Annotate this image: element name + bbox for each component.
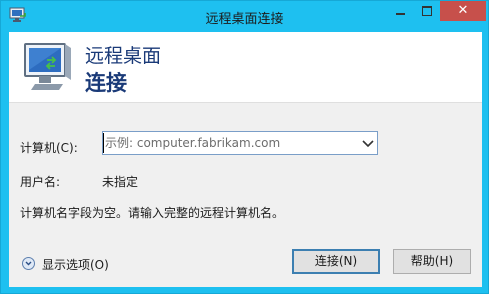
close-icon: ✕ [457,3,469,18]
maximize-button[interactable] [414,1,440,21]
user-value: 未指定 [102,175,139,189]
connect-button[interactable]: 连接(N) [292,249,380,274]
dialog-header: 远程桌面 连接 [9,32,482,103]
help-button[interactable]: 帮助(H) [393,249,471,274]
computer-label: 计算机(C): [20,141,78,155]
empty-field-hint: 计算机名字段为空。请输入完整的远程计算机名。 [20,206,285,220]
chevron-down-icon[interactable] [359,132,377,154]
remote-desktop-window: 远程桌面连接 ✕ 远程桌面 连接 计算机(C): 示例: computer.fa… [0,0,489,294]
monitor-icon [24,43,71,90]
computer-input[interactable] [105,134,353,152]
close-button[interactable]: ✕ [440,1,486,21]
title-bar[interactable]: 远程桌面连接 ✕ [1,1,488,32]
show-options-label: 显示选项(O) [42,258,109,272]
minimize-icon [396,13,405,15]
header-title-line1: 远程桌面 [85,45,162,67]
maximize-icon [422,6,432,16]
minimize-button[interactable] [387,1,414,21]
computer-combobox[interactable] [102,131,378,155]
dialog-body: 远程桌面 连接 计算机(C): 用户名: 未指定 计算机名字段为空。请输入完整的… [9,32,482,287]
text-caret [103,133,104,153]
expand-options-icon [22,257,35,270]
user-label: 用户名: [20,175,61,189]
header-title-line2: 连接 [85,71,127,95]
